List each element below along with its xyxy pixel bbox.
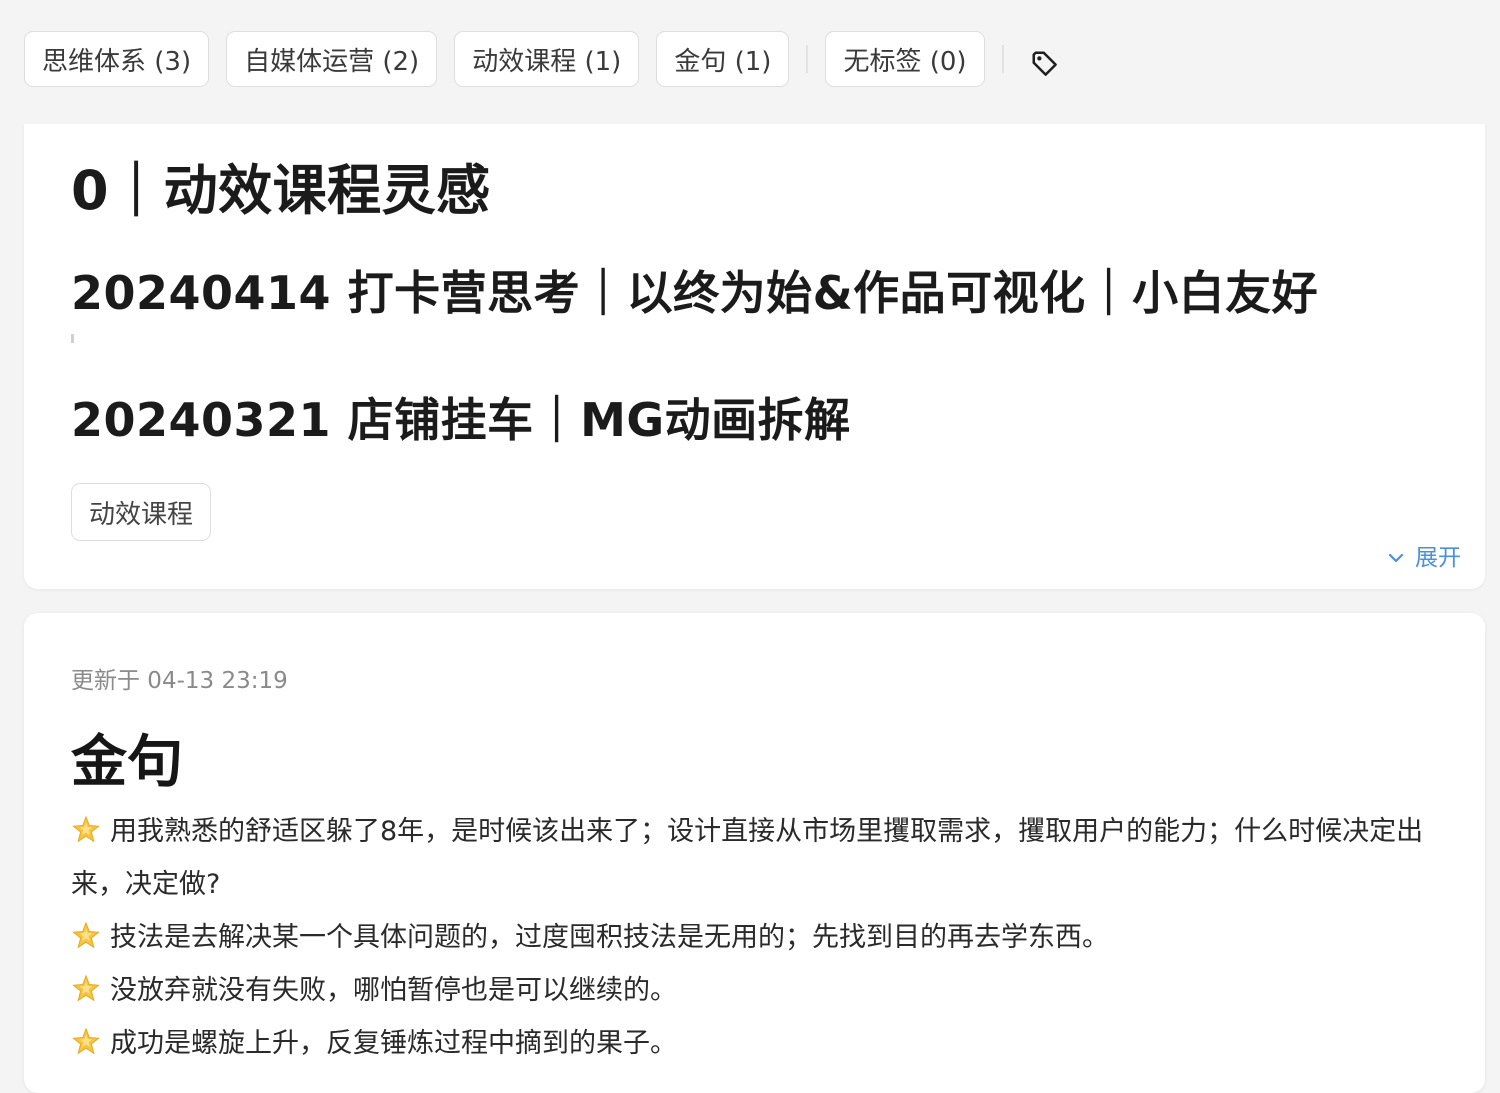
updated-timestamp: 更新于 04-13 23:19 [71, 668, 288, 694]
list-item: 用我熟悉的舒适区躲了8年，是时候该出来了；设计直接从市场里攫取需求，攫取用户的能… [71, 805, 1441, 911]
list-item: 没放弃就没有失败，哪怕暂停也是可以继续的。 [71, 964, 1441, 1017]
star-emoji-icon [72, 974, 100, 1002]
chevron-down-icon [1387, 544, 1405, 570]
tag-filter-bar: 思维体系 (3) 自媒体运营 (2) 动效课程 (1) 金句 (1) 无标签 (… [24, 30, 1065, 88]
tag-filter-zimeiti[interactable]: 自媒体运营 (2) [226, 31, 438, 87]
quote-text: 没放弃就没有失败，哪怕暂停也是可以继续的。 [110, 975, 677, 1006]
list-item: 技法是去解决某一个具体问题的，过度囤积技法是无用的；先找到目的再去学东西。 [71, 911, 1441, 964]
tag-filter-siwei[interactable]: 思维体系 (3) [24, 31, 210, 87]
text-cursor-mark [71, 334, 74, 343]
divider [1001, 45, 1004, 73]
tag-filter-jinju[interactable]: 金句 (1) [656, 31, 790, 87]
note-card-jinju[interactable]: 更新于 04-13 23:19 金句 用我熟悉的舒适区躲了8年，是时候该出来了；… [24, 613, 1485, 1093]
note-heading-2: 20240414 打卡营思考｜以终为始&作品可视化｜小白友好 [71, 266, 1319, 320]
note-tag[interactable]: 动效课程 [71, 483, 212, 541]
divider [806, 45, 809, 73]
tag-filter-untagged[interactable]: 无标签 (0) [825, 31, 985, 87]
expand-label: 展开 [1415, 545, 1461, 571]
quote-text: 用我熟悉的舒适区躲了8年，是时候该出来了；设计直接从市场里攫取需求，攫取用户的能… [71, 816, 1424, 900]
tag-filter-dongxiao[interactable]: 动效课程 (1) [454, 31, 640, 87]
star-emoji-icon [72, 1027, 100, 1055]
star-emoji-icon [72, 815, 100, 843]
expand-button[interactable]: 展开 [1387, 538, 1461, 572]
note-heading-3: 20240321 店铺挂车｜MG动画拆解 [71, 393, 851, 447]
tag-icon[interactable] [1025, 44, 1065, 84]
quote-list: 用我熟悉的舒适区躲了8年，是时候该出来了；设计直接从市场里攫取需求，攫取用户的能… [71, 805, 1441, 1070]
list-item: 成功是螺旋上升，反复锤炼过程中摘到的果子。 [71, 1017, 1441, 1070]
star-emoji-icon [72, 921, 100, 949]
note-card-dongxiao[interactable]: 0｜动效课程灵感 20240414 打卡营思考｜以终为始&作品可视化｜小白友好 … [24, 124, 1485, 589]
quote-text: 成功是螺旋上升，反复锤炼过程中摘到的果子。 [110, 1028, 677, 1059]
note-title: 金句 [71, 730, 183, 795]
quote-text: 技法是去解决某一个具体问题的，过度囤积技法是无用的；先找到目的再去学东西。 [110, 922, 1109, 953]
note-heading-1: 0｜动效课程灵感 [71, 159, 491, 222]
